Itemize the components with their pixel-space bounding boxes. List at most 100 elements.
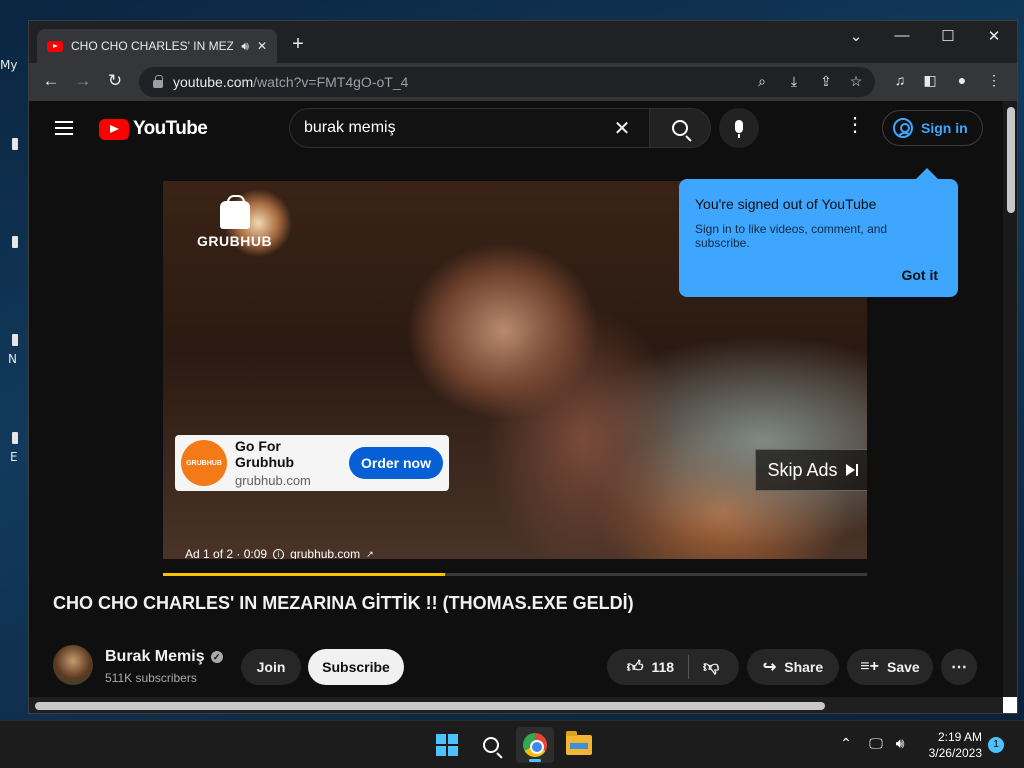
lock-icon[interactable] [153,75,163,88]
tooltip-title: You're signed out of YouTube [695,196,877,212]
taskbar-search-button[interactable] [472,727,510,763]
back-button[interactable]: ← [39,71,63,91]
ad-domain[interactable]: grubhub.com [235,473,341,488]
taskbar-file-explorer[interactable] [560,727,598,763]
zoom-search-icon[interactable]: ⌕ [751,73,773,90]
channel-avatar[interactable] [53,645,93,685]
desktop-icon[interactable] [12,236,18,248]
ad-info-bar: Ad 1 of 2 · 0:09 i grubhub.com ↗ [185,547,374,559]
scrollbar-corner [1003,697,1017,713]
address-bar[interactable]: youtube.com /watch?v=FMT4gO-oT_4 ⌕ ⤓ ⇪ ☆ [139,67,875,97]
desktop-icon-label[interactable]: E [10,450,18,464]
network-icon[interactable]: 🖵︎ [866,735,886,752]
like-dislike-group: 👍︎ 118 👎︎ [607,649,739,685]
search-input[interactable]: burak memiş ✕ [289,108,649,148]
got-it-button[interactable]: Got it [901,267,938,283]
share-page-icon[interactable]: ⇪ [815,73,837,90]
vertical-scrollbar[interactable] [1003,101,1017,713]
grubhub-ad-logo[interactable]: GRUBHUB [181,440,227,486]
chrome-menu-icon[interactable]: ⋮ [983,72,1005,89]
save-button[interactable]: ≡+ Save [847,649,933,685]
taskbar: ⌃ 🖵︎ 🔊︎ 2:19 AM 3/26/2023 1 [0,720,1024,768]
side-panel-icon[interactable]: ◧ [919,72,941,89]
search-icon [672,120,688,136]
hamburger-menu-icon[interactable] [55,121,73,135]
grubhub-bag-icon [219,195,250,229]
youtube-play-icon [99,118,129,140]
desktop-icon-label[interactable]: N [8,352,17,366]
youtube-logo[interactable]: YouTube [99,118,208,140]
chrome-window: CHO CHO CHARLES' IN MEZARINA GİTTİK !! (… [28,20,1018,714]
volume-icon[interactable]: 🔊︎ [890,735,910,752]
share-label: Share [784,659,824,675]
start-button[interactable] [428,727,466,763]
chevron-up-icon[interactable]: ⌃ [836,735,856,752]
save-label: Save [886,659,920,675]
clear-search-icon[interactable]: ✕ [609,116,635,141]
subscribe-button[interactable]: Subscribe [308,649,404,685]
horizontal-scroll-thumb[interactable] [35,702,825,710]
channel-name[interactable]: Burak Memiş [105,648,205,666]
logo-text: YouTube [133,118,208,139]
ad-info-domain[interactable]: grubhub.com [290,547,360,559]
tooltip-body: Sign in to like videos, comment, and sub… [695,222,888,250]
profile-icon[interactable]: ● [951,72,973,88]
taskbar-chrome[interactable] [516,727,554,763]
desktop-icon[interactable] [12,138,18,150]
ad-text[interactable]: Go For Grubhub grubhub.com [235,438,341,488]
search-icon [483,737,499,753]
desktop-icon-label[interactable]: My [0,58,17,72]
order-now-button[interactable]: Order now [348,447,443,479]
install-app-icon[interactable]: ⤓ [783,73,805,90]
desktop-icon[interactable] [12,334,18,346]
new-tab-button[interactable]: + [287,33,309,56]
desktop-icon[interactable] [12,432,18,444]
video-title: CHO CHO CHARLES' IN MEZARINA GİTTİK !! (… [53,593,634,613]
account-icon [893,118,913,138]
minimize-button[interactable]: — [887,27,917,44]
browser-tab-youtube[interactable]: CHO CHO CHARLES' IN MEZARINA GİTTİK !! (… [37,29,277,63]
more-actions-button[interactable]: ⋯ [941,649,977,685]
speaker-icon[interactable]: 🔊︎ [241,39,249,54]
like-count[interactable]: 118 [651,659,674,675]
bookmark-star-icon[interactable]: ☆ [845,73,867,90]
settings-menu-icon[interactable]: ⋮ [845,115,865,135]
youtube-favicon-icon [47,40,63,52]
join-button[interactable]: Join [241,649,301,685]
tab-search-icon[interactable]: ⌄ [841,27,871,45]
signed-out-tooltip: You're signed out of YouTube Sign in to … [679,168,958,297]
maximize-button[interactable]: ☐ [933,27,963,45]
notification-badge[interactable]: 1 [988,737,1004,753]
system-clock[interactable]: 2:19 AM 3/26/2023 [920,729,982,761]
media-queue-icon[interactable]: ♫ [889,72,911,88]
sign-in-label: Sign in [921,120,968,136]
reload-button[interactable]: ↻ [103,71,127,91]
close-window-button[interactable]: ✕ [979,27,1009,45]
windows-logo-icon [436,734,458,756]
external-link-icon[interactable]: ↗ [366,549,374,560]
close-tab-icon[interactable]: ✕ [257,39,267,53]
info-icon[interactable]: i [273,548,285,559]
skip-ads-label: Skip Ads [767,459,838,480]
thumbs-up-icon[interactable]: 👍︎ [627,658,644,677]
forward-button[interactable]: → [71,71,95,91]
clock-time: 2:19 AM [937,730,982,744]
folder-icon [566,731,592,755]
grubhub-brand-logo: GRUBHUB [197,195,272,249]
ad-title[interactable]: Go For Grubhub [235,438,341,470]
channel-name-row[interactable]: Burak Memiş ✓ [105,648,223,666]
url-path: /watch?v=FMT4gO-oT_4 [253,74,409,90]
ad-progress-bar[interactable] [163,573,867,576]
skip-ads-button[interactable]: Skip Ads [755,449,867,491]
skip-next-icon [845,464,858,476]
sign-in-button[interactable]: Sign in [882,110,983,146]
horizontal-scrollbar[interactable] [29,697,1003,713]
thumbs-down-icon[interactable]: 👎︎ [703,658,719,677]
share-button[interactable]: ↪ Share [747,649,839,685]
microphone-icon [735,120,743,138]
voice-search-button[interactable] [719,108,759,148]
vertical-scroll-thumb[interactable] [1007,107,1015,213]
ad-overlay-card[interactable]: GRUBHUB Go For Grubhub grubhub.com Order… [175,435,449,491]
tab-strip: CHO CHO CHARLES' IN MEZARINA GİTTİK !! (… [29,21,1017,63]
search-button[interactable] [649,108,711,148]
